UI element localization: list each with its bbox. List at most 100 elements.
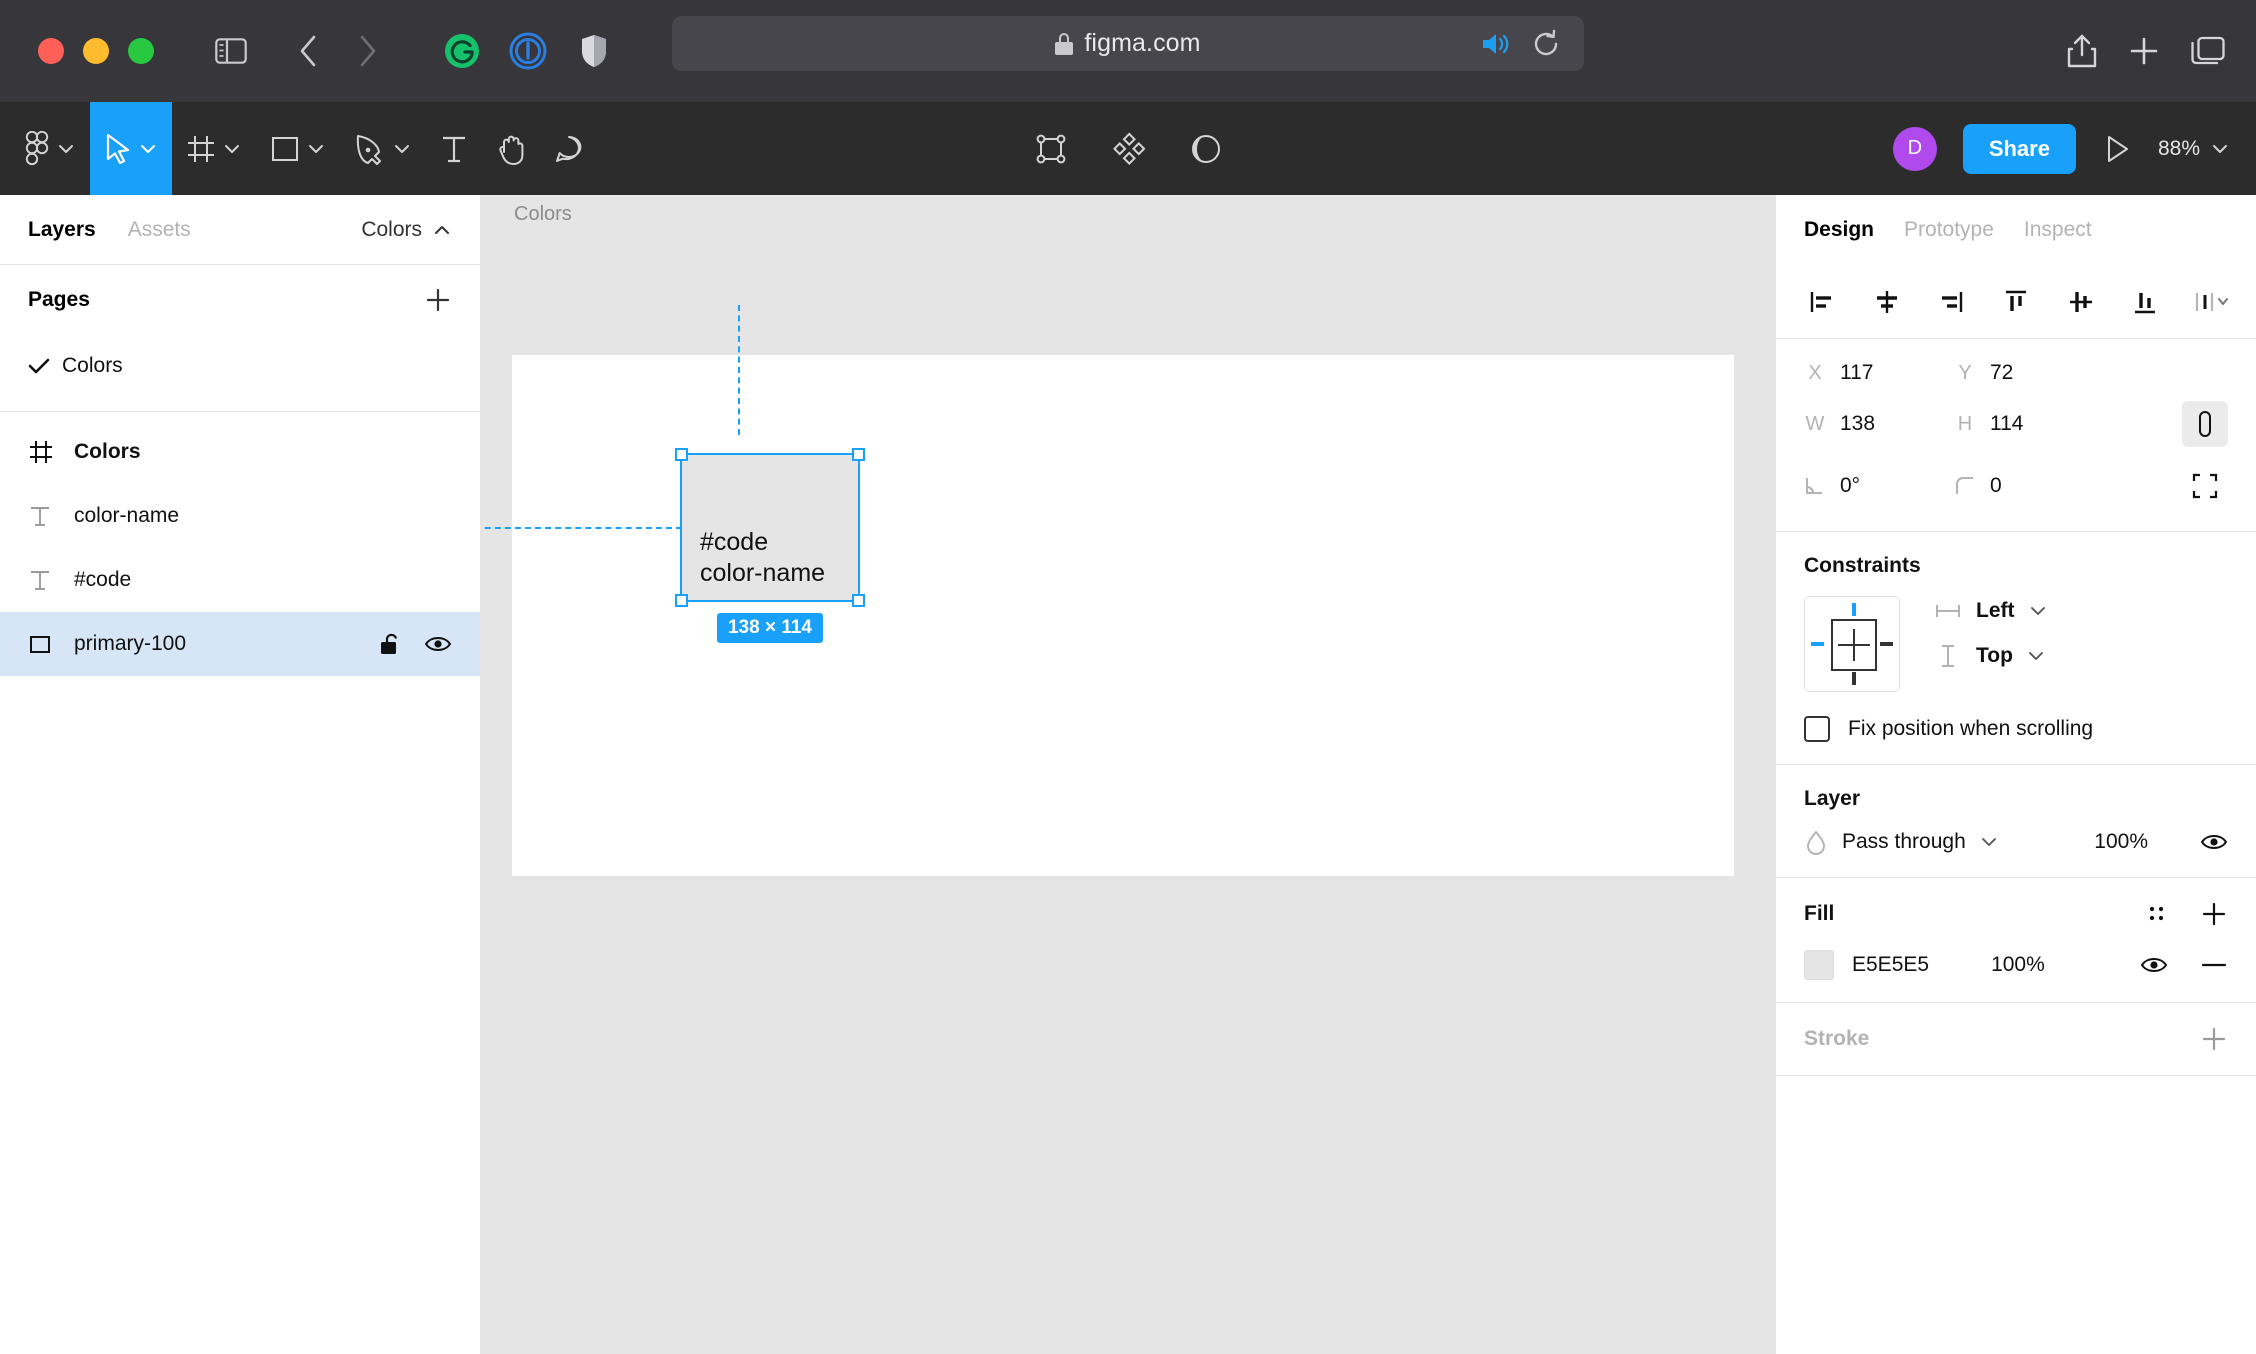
create-component-icon[interactable] [1034,132,1068,166]
play-icon[interactable] [2102,133,2132,165]
eye-icon[interactable] [2140,954,2168,976]
comment-icon [554,134,584,164]
tabs-overview-icon[interactable] [2190,35,2226,67]
tab-design[interactable]: Design [1804,218,1874,242]
tab-inspect[interactable]: Inspect [2024,218,2092,242]
fill-color-swatch[interactable] [1804,950,1834,980]
grammarly-icon[interactable] [442,31,482,71]
layer-item-colors-frame[interactable]: Colors [0,420,480,484]
share-icon[interactable] [2066,33,2098,69]
main-content-row: Layers Assets Colors Pages Colors Colors… [0,195,2256,1354]
fill-opacity-value[interactable]: 100% [1991,953,2045,977]
fix-position-checkbox[interactable] [1804,716,1830,742]
lock-icon [1055,32,1074,55]
layer-item-code[interactable]: #code [0,548,480,612]
add-page-button[interactable] [424,286,452,314]
frame-tool-button[interactable] [172,102,256,195]
eye-icon[interactable] [2200,831,2228,853]
mask-icon[interactable] [1190,133,1222,165]
fix-position-row[interactable]: Fix position when scrolling [1804,716,2228,742]
share-button[interactable]: Share [1962,123,2076,174]
audio-icon[interactable] [1480,31,1512,57]
figma-main-menu-button[interactable] [10,102,90,195]
url-bar[interactable]: figma.com [672,16,1584,71]
hand-tool-button[interactable] [482,102,540,195]
blend-mode-value[interactable]: Pass through [1842,830,1966,854]
align-left-icon[interactable] [1800,280,1844,324]
layer-opacity-value[interactable]: 100% [2094,830,2148,854]
back-arrow-icon[interactable] [289,31,329,71]
maximize-window-button[interactable] [128,38,154,64]
text-tool-button[interactable] [426,102,482,195]
alignment-toolbar [1776,265,2256,339]
height-field[interactable]: H 114 [1954,412,2104,436]
tab-assets[interactable]: Assets [128,218,191,242]
constraint-mark-bottom[interactable] [1852,672,1856,685]
align-right-icon[interactable] [1929,280,1973,324]
rotation-field[interactable]: 0° [1804,474,1954,498]
zoom-control[interactable]: 88% [2158,137,2230,161]
align-bottom-icon[interactable] [2123,280,2167,324]
layer-item-color-name[interactable]: color-name [0,484,480,548]
avatar[interactable]: D [1892,126,1937,171]
fill-hex-value[interactable]: E5E5E5 [1852,953,1929,977]
constraint-mark-left[interactable] [1811,642,1824,646]
constraints-section: Constraints Left Top Fix position when s… [1776,532,2256,765]
component-instance-icon[interactable] [1112,132,1146,166]
resize-handle-bottom-right[interactable] [852,594,865,607]
styles-icon[interactable] [2146,903,2168,925]
vertical-constraint-dropdown[interactable]: Top [1934,643,2047,669]
window-traffic-lights [38,38,154,64]
minimize-window-button[interactable] [83,38,109,64]
comment-tool-button[interactable] [540,102,598,195]
plus-icon[interactable] [2200,900,2228,928]
layer-item-primary-100[interactable]: primary-100 [0,612,480,676]
shield-icon[interactable] [574,31,614,71]
tab-prototype[interactable]: Prototype [1904,218,1994,242]
y-field[interactable]: Y 72 [1954,361,2104,385]
close-window-button[interactable] [38,38,64,64]
position-size-section: X 117 Y 72 W 138 H 114 0° 0 [1776,339,2256,532]
vertical-constraint-icon [1934,643,1962,669]
shape-tool-button[interactable] [256,102,340,195]
eye-icon[interactable] [424,633,452,655]
page-item-colors[interactable]: Colors [0,335,480,397]
constraints-widget[interactable] [1804,596,1900,692]
width-field[interactable]: W 138 [1804,412,1954,436]
canvas-frame-colors[interactable]: #code color-name 138 × 114 [481,305,1734,876]
new-tab-icon[interactable] [2128,35,2160,67]
align-top-icon[interactable] [1994,280,2038,324]
x-field[interactable]: X 117 [1804,361,1954,385]
onepassword-icon[interactable] [508,31,548,71]
plus-icon[interactable] [2200,1025,2228,1053]
file-name-menu[interactable]: Colors [361,218,452,242]
align-vertical-center-icon[interactable] [2059,280,2103,324]
constraint-mark-right[interactable] [1880,642,1893,646]
tab-layers[interactable]: Layers [28,218,96,242]
resize-handle-bottom-left[interactable] [675,594,688,607]
independent-corners-icon[interactable] [2182,463,2228,509]
chevron-down-icon [306,142,326,156]
selected-rectangle[interactable]: #code color-name 138 × 114 [675,448,865,643]
horizontal-constraint-dropdown[interactable]: Left [1934,599,2047,623]
resize-handle-top-right[interactable] [852,448,865,461]
minus-icon[interactable] [2200,960,2228,970]
constraint-mark-top[interactable] [1852,603,1856,616]
unlock-icon[interactable] [378,631,402,657]
corner-radius-field[interactable]: 0 [1954,474,2104,498]
sidebar-toggle-icon[interactable] [211,31,251,71]
link-ratio-icon[interactable] [2182,401,2228,447]
reload-icon[interactable] [1532,29,1560,59]
move-tool-button[interactable] [90,102,172,195]
forward-arrow-icon[interactable] [347,31,387,71]
rectangle-text-line2: color-name [700,559,826,587]
chevron-down-icon[interactable] [1980,836,1998,848]
frame-label[interactable]: Colors [514,203,572,226]
pen-tool-button[interactable] [340,102,426,195]
canvas-area[interactable]: Colors #code color-name 138 × 114 [481,195,1775,1354]
resize-handle-top-left[interactable] [675,448,688,461]
rectangle-text-line1: #code [700,528,769,556]
distribute-icon[interactable] [2188,280,2232,324]
corner-radius-icon [1954,475,1976,497]
align-horizontal-center-icon[interactable] [1865,280,1909,324]
